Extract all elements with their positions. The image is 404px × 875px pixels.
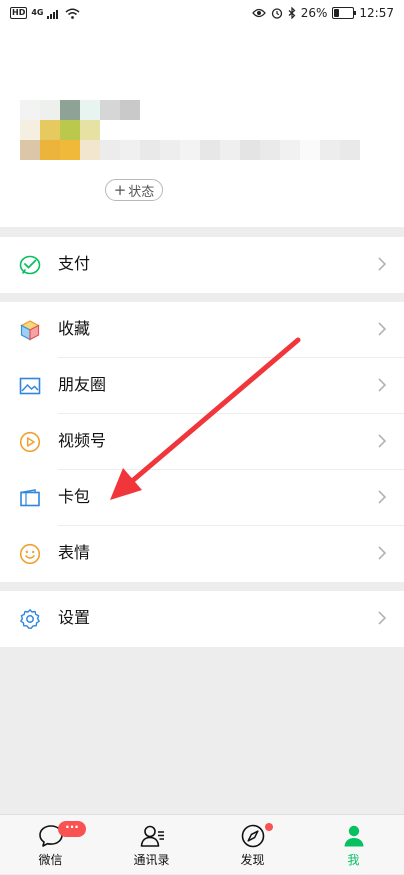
- status-right: 26% 12:57: [251, 6, 394, 20]
- signal-icon: [47, 9, 59, 19]
- eye-icon: [251, 8, 266, 18]
- chevron-right-icon: [378, 434, 387, 448]
- gear-icon: [20, 609, 40, 629]
- menu-label-settings: 设置: [58, 608, 91, 627]
- hd-indicator: HD: [10, 7, 28, 19]
- menu-group-settings: 设置: [0, 591, 404, 647]
- chevron-right-icon: [378, 611, 387, 625]
- menu-item-settings[interactable]: 设置: [0, 591, 404, 647]
- contacts-icon: [140, 825, 164, 847]
- tab-chats[interactable]: ··· 微信: [0, 815, 101, 875]
- alarm-icon: [271, 8, 282, 19]
- add-status-button[interactable]: + 状态: [105, 179, 163, 201]
- battery-fill: [334, 9, 340, 17]
- status-bar: HD 4G 26% 12:57: [0, 0, 404, 30]
- tab-label-chats: 微信: [38, 853, 63, 867]
- menu-item-cards[interactable]: 卡包: [0, 470, 404, 526]
- wifi-icon: [66, 8, 80, 19]
- plus-icon: +: [113, 180, 127, 199]
- menu-label-pay: 支付: [58, 254, 91, 273]
- chevron-right-icon: [378, 546, 387, 560]
- network-type: 4G: [31, 8, 44, 17]
- bluetooth-icon: [288, 7, 296, 19]
- chevron-right-icon: [378, 257, 387, 271]
- menu-item-favorites[interactable]: 收藏: [0, 302, 404, 358]
- unread-badge: ···: [58, 821, 86, 837]
- status-button-label: 状态: [128, 184, 155, 200]
- chevron-right-icon: [378, 322, 387, 336]
- clock: 12:57: [359, 6, 394, 20]
- battery-icon: [332, 7, 357, 19]
- menu-item-moments[interactable]: 朋友圈: [0, 358, 404, 414]
- tab-discover[interactable]: 发现: [202, 815, 303, 875]
- tab-label-contacts: 通讯录: [133, 853, 170, 867]
- tab-contacts[interactable]: 通讯录: [101, 815, 202, 875]
- compass-icon: [241, 824, 265, 848]
- chevron-right-icon: [378, 490, 387, 504]
- menu-label-stickers: 表情: [58, 543, 91, 562]
- menu-label-favorites: 收藏: [58, 319, 91, 338]
- smiley-icon: [19, 543, 41, 565]
- bottom-tab-bar: ··· 微信 通讯录 发现 我: [0, 814, 404, 874]
- tab-me[interactable]: 我: [303, 815, 404, 875]
- new-moments-dot: [265, 823, 273, 831]
- tab-label-me: 我: [347, 853, 360, 867]
- menu-item-pay[interactable]: 支付: [0, 237, 404, 293]
- person-icon: [344, 825, 364, 847]
- battery-percent: 26%: [300, 6, 328, 20]
- status-left: HD 4G: [10, 7, 80, 19]
- menu-item-channels[interactable]: 视频号: [0, 414, 404, 470]
- cube-icon: [20, 320, 40, 341]
- menu-item-stickers[interactable]: 表情: [0, 526, 404, 582]
- pay-icon: [19, 255, 41, 275]
- chevron-right-icon: [378, 378, 387, 392]
- play-circle-icon: [19, 431, 41, 453]
- menu-label-moments: 朋友圈: [58, 375, 107, 394]
- menu-group-pay: 支付: [0, 237, 404, 293]
- menu-group-main: 收藏 朋友圈 视频号 卡包 表情: [0, 302, 404, 582]
- menu-label-channels: 视频号: [58, 431, 107, 450]
- image-icon: [19, 377, 41, 395]
- wallet-icon: [20, 489, 40, 507]
- tab-label-discover: 发现: [240, 853, 265, 867]
- menu-label-cards: 卡包: [58, 487, 91, 506]
- profile-header[interactable]: + 状态: [0, 30, 404, 227]
